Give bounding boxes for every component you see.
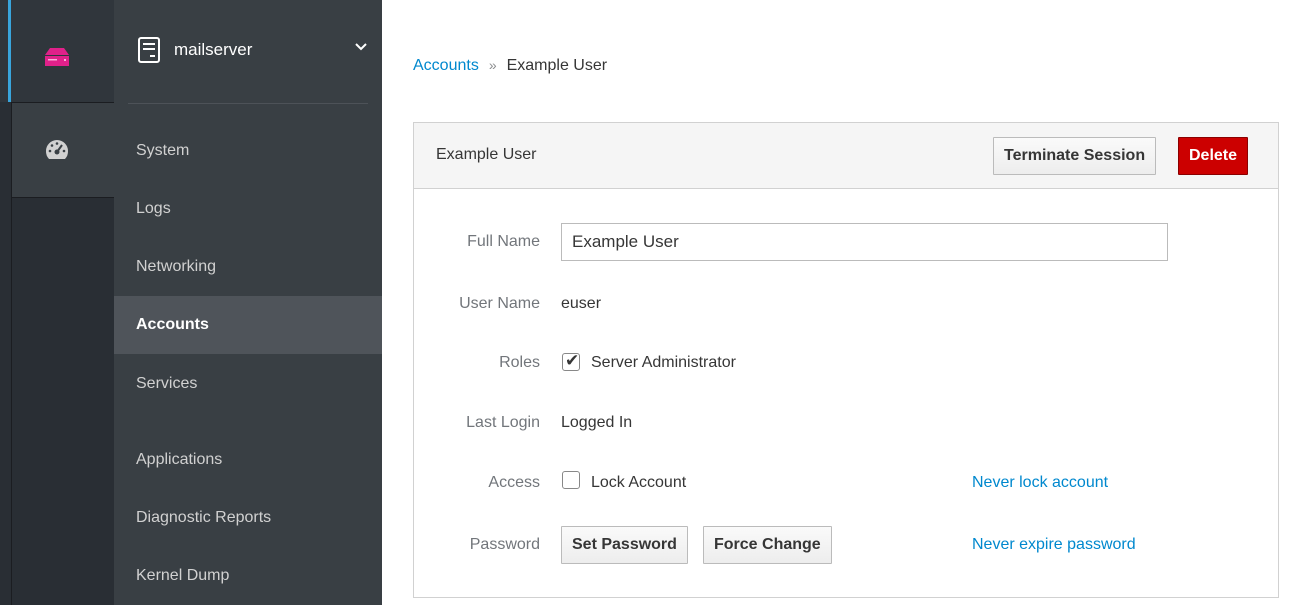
delete-button[interactable]: Delete <box>1178 137 1249 175</box>
panel-title: Example User <box>436 146 537 163</box>
last-login-label: Last Login <box>466 414 540 431</box>
breadcrumb-separator: » <box>488 57 497 73</box>
nav-item-services[interactable]: Services <box>114 355 382 413</box>
nav-item-accounts[interactable]: Accounts <box>114 296 382 354</box>
lock-account-checkbox[interactable] <box>562 471 580 489</box>
chevron-down-icon <box>355 43 367 51</box>
password-label: Password <box>469 536 540 553</box>
main-content: Accounts » Example User Example User Termi… <box>382 0 1311 605</box>
terminate-session-button[interactable]: Terminate Session <box>993 137 1157 175</box>
nav-item-kernel-dump[interactable]: Kernel Dump <box>114 547 382 605</box>
user-name-value: euser <box>561 295 602 312</box>
nav-item-diagnostic-reports[interactable]: Diagnostic Reports <box>114 489 382 547</box>
full-name-input[interactable]: Example User <box>561 223 1168 261</box>
server-document-icon <box>138 37 160 63</box>
server-admin-label: Server Administrator <box>591 354 736 371</box>
set-password-button[interactable]: Set Password <box>561 526 688 564</box>
nav-item-networking[interactable]: Networking <box>114 238 382 296</box>
dashboard-tile[interactable] <box>12 102 114 198</box>
roles-label: Roles <box>499 354 540 371</box>
full-name-label: Full Name <box>467 233 540 250</box>
host-switcher-tile[interactable] <box>0 0 114 102</box>
access-label: Access <box>488 474 540 491</box>
host-name: mailserver <box>174 40 253 59</box>
dashboard-gauge-icon <box>45 140 69 159</box>
breadcrumb: Accounts » Example User <box>413 57 607 75</box>
host-rail <box>0 0 114 605</box>
server-icon <box>45 48 69 66</box>
checkmark-icon: ✔ <box>565 351 580 370</box>
lock-account-label: Lock Account <box>591 474 687 491</box>
force-change-button[interactable]: Force Change <box>703 526 832 564</box>
breadcrumb-accounts-link[interactable]: Accounts <box>413 57 479 74</box>
nav-divider <box>128 103 368 104</box>
user-name-label: User Name <box>459 295 540 312</box>
never-lock-account-link[interactable]: Never lock account <box>972 474 1108 492</box>
navigation-sidebar: mailserver System Logs Networking Accoun… <box>114 0 382 605</box>
last-login-value: Logged In <box>561 414 633 431</box>
never-expire-password-link[interactable]: Never expire password <box>972 536 1136 554</box>
nav-item-applications[interactable]: Applications <box>114 431 382 489</box>
host-selector[interactable]: mailserver <box>138 28 368 72</box>
panel-header: Example User Terminate Session Delete <box>414 123 1278 189</box>
account-panel: Example User Terminate Session Delete Fu… <box>413 122 1279 598</box>
active-indicator <box>8 0 11 102</box>
server-admin-checkbox[interactable]: ✔ <box>562 351 580 371</box>
nav-item-system[interactable]: System <box>114 122 382 180</box>
nav-item-logs[interactable]: Logs <box>114 180 382 238</box>
breadcrumb-current: Example User <box>506 57 608 74</box>
